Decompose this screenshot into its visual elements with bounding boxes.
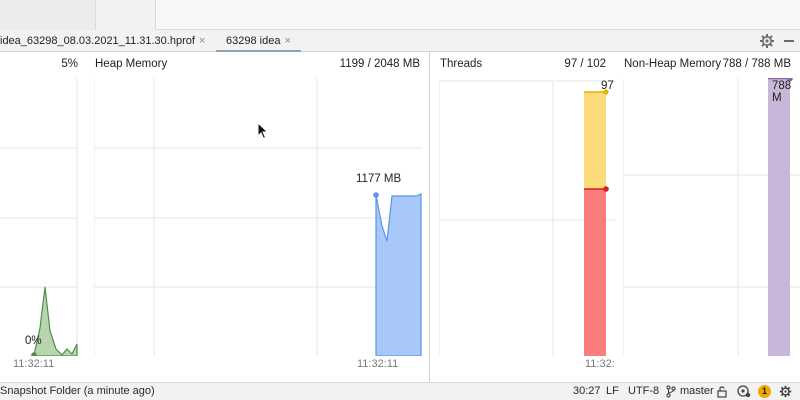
notification-badge[interactable]: 1 [758, 385, 771, 398]
profiler-charts: 5% 0% 11:32:11 Heap Memory 1199 / 2048 M… [0, 52, 800, 382]
line-ending[interactable]: LF [606, 385, 619, 397]
git-branch-icon [666, 385, 676, 398]
top-bar-segment [96, 0, 156, 30]
settings-icon[interactable] [779, 385, 792, 398]
tab-label: 63298 idea [226, 35, 281, 47]
heap-memory-title: Heap Memory [95, 58, 168, 70]
window-top-bar [0, 0, 800, 30]
tab-63298-idea[interactable]: 63298 idea × [216, 30, 301, 52]
nonheap-memory-value: 788 / 788 MB [722, 58, 791, 70]
gear-icon[interactable] [759, 33, 775, 49]
file-encoding[interactable]: UTF-8 [628, 385, 659, 397]
status-message[interactable]: Snapshot Folder (a minute ago) [0, 385, 155, 397]
top-bar-segment [0, 0, 96, 30]
close-icon[interactable]: × [199, 35, 205, 47]
cpu-usage-value: 5% [61, 58, 78, 70]
threads-value: 97 / 102 [564, 58, 606, 70]
close-icon[interactable]: × [284, 35, 290, 47]
tab-label: idea_63298_08.03.2021_11.31.30.hprof [0, 35, 195, 47]
caret-position[interactable]: 30:27 [573, 385, 601, 397]
tab-hprof-snapshot[interactable]: idea_63298_08.03.2021_11.31.30.hprof × [0, 30, 205, 52]
heap-memory-chart [94, 78, 422, 356]
editor-tab-bar: idea_63298_08.03.2021_11.31.30.hprof × 63… [0, 30, 800, 52]
heap-point-label: 1177 MB [356, 173, 402, 185]
mouse-cursor-icon [257, 122, 269, 140]
cpu-point-label: 0% [25, 335, 42, 347]
cpu-time-tick: 11:32:11 [13, 358, 55, 370]
threads-time-tick: 11:32: [585, 358, 615, 370]
cpu-usage-chart [0, 78, 78, 356]
event-log-icon[interactable] [736, 384, 752, 398]
heap-time-tick: 11:32:11 [357, 358, 399, 370]
threads-title: Threads [440, 58, 483, 70]
threads-point-label: 97 [601, 80, 614, 92]
threads-chart [439, 80, 615, 356]
git-branch[interactable]: master [680, 385, 714, 397]
unlock-icon[interactable] [717, 385, 727, 398]
panel-divider[interactable] [429, 52, 430, 382]
nonheap-memory-chart [623, 78, 800, 356]
minimize-icon[interactable] [784, 40, 794, 42]
nonheap-point-label: 788 M [772, 80, 792, 104]
status-bar: Snapshot Folder (a minute ago) 30:27 LF … [0, 382, 800, 400]
heap-memory-value: 1199 / 2048 MB [339, 58, 420, 70]
